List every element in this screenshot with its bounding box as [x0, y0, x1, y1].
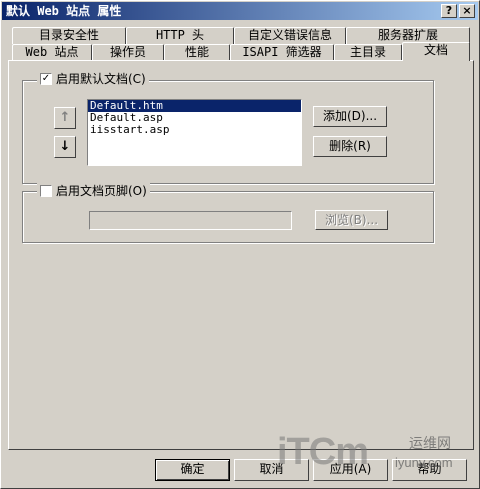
tab-web-site[interactable]: Web 站点: [12, 44, 92, 61]
default-document-legend: ✓ 启用默认文档(C): [37, 71, 149, 87]
browse-button: 浏览(B)...: [315, 210, 388, 230]
close-title-button[interactable]: ×: [459, 4, 475, 18]
arrow-down-icon: ↓: [59, 139, 71, 154]
title-bar: 默认 Web 站点 属性: [2, 2, 478, 20]
cancel-button[interactable]: 取消: [234, 459, 309, 481]
document-footer-legend: 启用文档页脚(O): [37, 183, 150, 199]
properties-dialog: 默认 Web 站点 属性 ? × 目录安全性 HTTP 头 自定义错误信息 服务…: [0, 0, 480, 489]
apply-button[interactable]: 应用(A): [313, 459, 388, 481]
tab-operators[interactable]: 操作员: [92, 44, 164, 61]
move-down-button[interactable]: ↓: [54, 136, 76, 158]
footer-path-field[interactable]: [89, 211, 292, 230]
default-doc-list[interactable]: Default.htm Default.asp iisstart.asp: [87, 99, 302, 166]
tab-http-headers[interactable]: HTTP 头: [126, 27, 234, 44]
enable-default-doc-label[interactable]: 启用默认文档(C): [56, 71, 146, 87]
add-button[interactable]: 添加(D)...: [313, 106, 387, 127]
help-button[interactable]: 帮助: [392, 459, 467, 481]
enable-footer-label[interactable]: 启用文档页脚(O): [56, 183, 147, 199]
enable-default-doc-checkbox[interactable]: ✓: [40, 73, 52, 85]
tab-documents[interactable]: 文档: [402, 42, 470, 61]
list-item[interactable]: iisstart.asp: [88, 124, 301, 136]
tab-home-directory[interactable]: 主目录: [334, 44, 402, 61]
tab-isapi-filters[interactable]: ISAPI 筛选器: [230, 44, 334, 61]
tab-performance[interactable]: 性能: [164, 44, 230, 61]
move-up-button: ↑: [54, 107, 76, 129]
help-title-button[interactable]: ?: [441, 4, 457, 18]
window-title: 默认 Web 站点 属性: [6, 4, 122, 18]
ok-button[interactable]: 确定: [155, 459, 230, 481]
remove-button[interactable]: 删除(R): [313, 136, 387, 157]
enable-footer-checkbox[interactable]: [40, 185, 52, 197]
documents-panel: ✓ 启用默认文档(C) ↑ ↓ Default.htm Default.asp …: [8, 60, 474, 450]
tab-directory-security[interactable]: 目录安全性: [12, 27, 126, 44]
arrow-up-icon: ↑: [59, 110, 71, 125]
tab-custom-errors[interactable]: 自定义错误信息: [234, 27, 346, 44]
